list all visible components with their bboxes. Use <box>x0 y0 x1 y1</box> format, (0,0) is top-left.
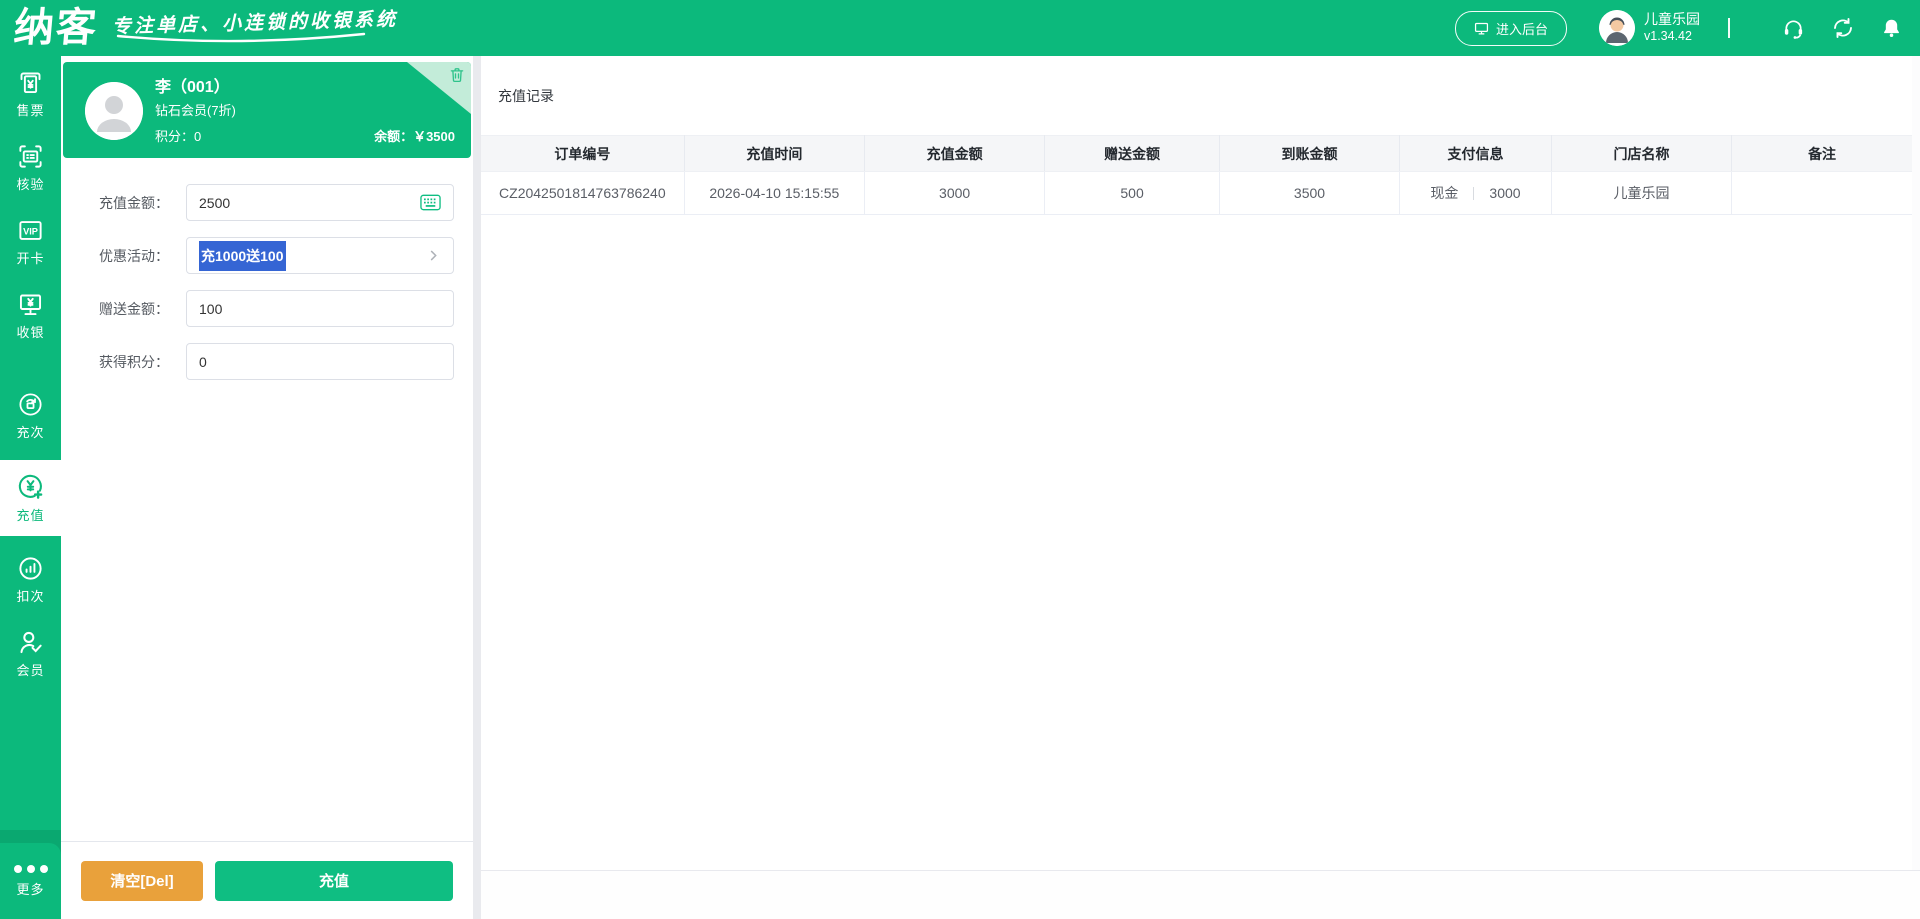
sidebar-nav: 售票 核验 VIP 开卡 收银 充次 充值 扣次 会员 更多 <box>0 56 61 919</box>
recharge-amount-label: 充值金额： <box>99 194 169 211</box>
col-pay-info: 支付信息 <box>1399 135 1552 172</box>
member-card: 李（001） 钻石会员(7折) 积分：0 余额：￥3500 <box>63 62 471 158</box>
sidebar-item-label: 核验 <box>16 177 45 192</box>
sidebar-item-label: 充值 <box>16 508 45 523</box>
col-remark: 备注 <box>1731 135 1912 172</box>
svg-text:VIP: VIP <box>23 226 38 236</box>
pay-separator <box>1473 186 1475 200</box>
sidebar-item-open-card[interactable]: VIP 开卡 <box>0 212 61 272</box>
recharge-record-table: 订单编号 充值时间 充值金额 赠送金额 到账金额 支付信息 门店名称 备注 CZ… <box>481 135 1912 215</box>
recharge-money-icon <box>18 474 43 499</box>
top-header: 纳客 专注单店、小连锁的收银系统 进入后台 儿童乐园 v1.34.42 <box>0 0 1920 56</box>
chevron-right-icon <box>426 248 441 263</box>
col-received: 到账金额 <box>1219 135 1401 172</box>
tagline-underline <box>116 32 366 43</box>
clear-button[interactable]: 清空[Del] <box>81 860 203 901</box>
earned-points-input[interactable]: 0 <box>186 343 454 380</box>
promo-activity-label: 优惠活动： <box>99 247 169 264</box>
sidebar-more-wrap: 更多 <box>0 830 61 919</box>
vip-card-icon: VIP <box>19 221 42 240</box>
cell-order-no: CZ2042501814763786240 <box>481 171 685 215</box>
sync-icon[interactable] <box>1831 16 1855 40</box>
sidebar-item-label: 开卡 <box>16 251 45 266</box>
bonus-amount-input[interactable]: 100 <box>186 290 454 327</box>
member-balance: 余额：￥3500 <box>374 129 455 144</box>
promo-selected-text: 充1000送100 <box>199 240 286 271</box>
scrollbar-track[interactable] <box>1912 56 1920 870</box>
sidebar-item-recharge-times[interactable]: 充次 <box>0 386 61 446</box>
sidebar-item-member[interactable]: 会员 <box>0 624 61 684</box>
recharge-record-area: 充值记录 订单编号 充值时间 充值金额 赠送金额 到账金额 支付信息 门店名称 … <box>481 56 1920 919</box>
member-name: 李（001） <box>155 79 230 96</box>
sidebar-item-label: 收银 <box>16 325 45 340</box>
ticket-icon <box>20 72 41 94</box>
col-store: 门店名称 <box>1551 135 1733 172</box>
col-amount: 充值金额 <box>864 135 1046 172</box>
app-logo: 纳客 <box>12 6 100 50</box>
sidebar-item-label: 会员 <box>16 663 45 678</box>
bell-icon[interactable] <box>1881 17 1902 39</box>
recharge-amount-input[interactable]: 2500 <box>186 184 454 221</box>
cashier-monitor-icon <box>19 294 42 316</box>
col-bonus: 赠送金额 <box>1044 135 1220 172</box>
monitor-icon <box>1474 22 1489 34</box>
panel-footer: 清空[Del] 充值 <box>61 841 473 919</box>
recharge-times-icon <box>19 393 42 416</box>
header-divider <box>1728 18 1730 38</box>
member-avatar <box>85 82 143 140</box>
sidebar-item-verify[interactable]: 核验 <box>0 138 61 198</box>
bonus-amount-label: 赠送金额： <box>99 300 169 317</box>
headset-icon[interactable] <box>1782 17 1805 40</box>
sidebar-item-deduct-times[interactable]: 扣次 <box>0 550 61 610</box>
enter-backend-button[interactable]: 进入后台 <box>1454 10 1567 46</box>
sidebar-item-more[interactable]: 更多 <box>0 843 61 919</box>
store-name: 儿童乐园 <box>1644 11 1700 28</box>
promo-activity-select[interactable]: 充1000送100 <box>186 237 454 274</box>
recharge-form: 充值金额： 2500 优惠活动： 充1000送100 赠送金额： 100 获得积… <box>61 158 473 380</box>
cell-bonus: 500 <box>1044 171 1220 215</box>
sidebar-item-recharge[interactable]: 充值 <box>0 460 61 536</box>
sidebar-item-cashier[interactable]: 收银 <box>0 286 61 346</box>
page-title: 充值记录 <box>498 88 554 104</box>
member-icon <box>20 631 42 654</box>
table-row[interactable]: CZ2042501814763786240 2026-04-10 15:15:5… <box>481 171 1912 215</box>
app-version: v1.34.42 <box>1644 28 1692 43</box>
col-order-no: 订单编号 <box>481 135 685 172</box>
cell-pay-info: 现金 3000 <box>1399 171 1552 215</box>
cell-received: 3500 <box>1219 171 1401 215</box>
cell-amount: 3000 <box>864 171 1046 215</box>
sidebar-item-label: 更多 <box>16 881 45 897</box>
member-level: 钻石会员(7折) <box>155 103 236 118</box>
avatar[interactable] <box>1599 10 1635 46</box>
recharge-button[interactable]: 充值 <box>215 860 453 901</box>
table-header-row: 订单编号 充值时间 充值金额 赠送金额 到账金额 支付信息 门店名称 备注 <box>481 135 1912 172</box>
sidebar-item-label: 售票 <box>16 103 45 118</box>
sidebar-item-label: 充次 <box>16 425 45 440</box>
keyboard-icon[interactable] <box>420 194 441 211</box>
sidebar-item-ticket[interactable]: 售票 <box>0 64 61 124</box>
cell-time: 2026-04-10 15:15:55 <box>684 171 865 215</box>
ellipsis-icon <box>13 864 48 873</box>
cell-remark <box>1731 171 1912 215</box>
deduct-times-icon <box>19 557 42 580</box>
panel-divider <box>473 56 481 919</box>
recharge-panel: 李（001） 钻石会员(7折) 积分：0 余额：￥3500 充值金额： 2500 <box>61 56 473 919</box>
cell-store: 儿童乐园 <box>1551 171 1733 215</box>
scan-verify-icon <box>19 145 42 168</box>
trash-icon[interactable] <box>448 66 466 89</box>
store-info: 儿童乐园 v1.34.42 <box>1644 11 1700 44</box>
member-points: 积分：0 <box>155 129 202 144</box>
sidebar-item-label: 扣次 <box>16 589 45 604</box>
earned-points-label: 获得积分： <box>99 353 169 370</box>
main-footer <box>481 870 1920 919</box>
col-time: 充值时间 <box>684 135 865 172</box>
